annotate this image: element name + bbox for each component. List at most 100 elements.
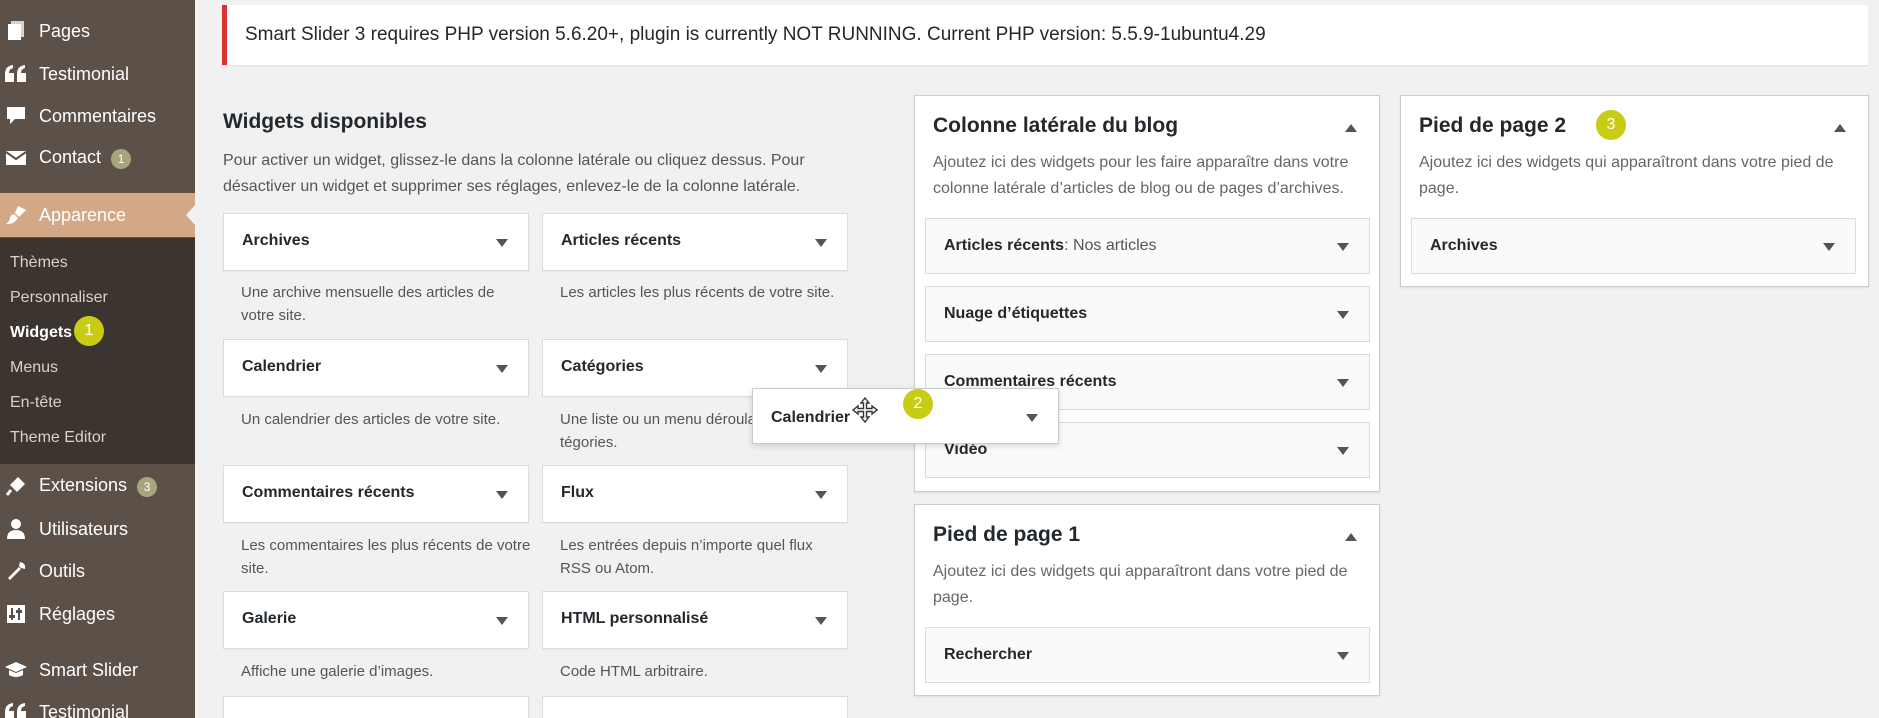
chevron-down-icon[interactable] [1337, 379, 1349, 387]
menu-item-label: Réglages [39, 603, 116, 624]
widget-title: Articles récents [561, 232, 682, 249]
chevron-down-icon[interactable] [1337, 652, 1349, 660]
menu-item-users[interactable]: Utilisateurs [0, 509, 195, 549]
widget-description: Une liste ou un menu déroula tégories. [560, 411, 756, 451]
sidebar-area-title: Pied de page 1 [933, 523, 1081, 546]
sidebar-widget-tag-cloud[interactable]: Nuage d’étiquettes [925, 286, 1370, 342]
widget-title: Calendrier [771, 409, 851, 426]
widget-rss[interactable]: Flux [542, 465, 848, 523]
sidebar-area-description: Ajoutez ici des widgets pour les faire a… [933, 154, 1349, 197]
menu-item-label: Testimonial [39, 701, 130, 718]
menu-item-settings[interactable]: Réglages [0, 594, 195, 634]
widget-title: Flux [561, 484, 594, 501]
menu-item-appearance[interactable]: Apparence [0, 193, 195, 237]
chevron-down-icon[interactable] [1337, 311, 1349, 319]
widget-title: Commentaires récents [242, 484, 415, 501]
admin-sidebar: Pages Testimonial Commentaires Contact 1 … [0, 0, 195, 718]
plugins-icon [4, 474, 28, 498]
appearance-submenu: Thèmes Personnaliser Widgets Menus En-tê… [0, 238, 195, 464]
sidebar-area-title: Pied de page 2 [1419, 114, 1567, 137]
chevron-down-icon[interactable] [1026, 414, 1038, 422]
menu-item-label: Outils [39, 560, 86, 581]
users-icon [4, 517, 28, 541]
quote-icon [4, 700, 28, 718]
quote-icon [4, 62, 28, 86]
menu-item-label: Commentaires [39, 105, 157, 126]
widget-title: Nuage d’étiquettes [944, 305, 1088, 322]
submenu-themes[interactable]: Thèmes [10, 254, 68, 272]
menu-item-label: Utilisateurs [39, 518, 129, 539]
chevron-down-icon[interactable] [496, 491, 508, 499]
sidebar-area-title: Colonne latérale du blog [933, 114, 1179, 137]
submenu-widgets[interactable]: Widgets [10, 324, 72, 342]
widget-title: Archives [1430, 237, 1498, 254]
menu-item-smart-slider[interactable]: Smart Slider [0, 650, 195, 690]
notice-text: Smart Slider 3 requires PHP version 5.6.… [245, 24, 1266, 45]
menu-item-contact[interactable]: Contact 1 [0, 138, 195, 178]
widget-title: Articles récents [944, 237, 1065, 254]
widget-description: Un calendrier des articles de votre site… [241, 411, 501, 428]
widget-description: Code HTML arbitraire. [560, 663, 708, 680]
chevron-up-icon[interactable] [1345, 533, 1357, 541]
widget-description: Les entrées depuis n’importe quel flux R… [560, 537, 813, 577]
sidebar-widget-recent-posts[interactable]: Articles récents: Nos articles [925, 218, 1370, 274]
chevron-down-icon[interactable] [1337, 447, 1349, 455]
step-marker-2: 2 [903, 389, 933, 419]
widget-archives[interactable]: Archives [223, 213, 529, 271]
chevron-down-icon[interactable] [815, 491, 827, 499]
chevron-down-icon[interactable] [815, 239, 827, 247]
submenu-menus[interactable]: Menus [10, 359, 58, 377]
widget-box[interactable] [542, 696, 848, 718]
widget-title: Archives [242, 232, 310, 249]
submenu-customize[interactable]: Personnaliser [10, 289, 108, 307]
menu-item-label: Extensions [39, 475, 128, 495]
menu-item-label: Contact [39, 147, 102, 167]
widget-box[interactable] [223, 696, 529, 718]
submenu-theme-editor[interactable]: Theme Editor [10, 429, 106, 447]
menu-item-extensions[interactable]: Extensions 3 [0, 466, 195, 506]
tools-icon [4, 559, 28, 583]
widget-title: Calendrier [242, 358, 322, 375]
menu-item-comments[interactable]: Commentaires [0, 96, 195, 136]
settings-icon [4, 602, 28, 626]
comments-icon [4, 104, 28, 128]
step-marker-1: 1 [74, 316, 104, 346]
available-widgets-description: Pour activer un widget, glissez-le dans … [223, 152, 805, 195]
widget-description: Les articles les plus récents de votre s… [560, 284, 835, 301]
chevron-down-icon[interactable] [815, 617, 827, 625]
widget-recent-comments[interactable]: Commentaires récents [223, 465, 529, 523]
menu-item-tools[interactable]: Outils [0, 551, 195, 591]
menu-item-label: Testimonial [39, 63, 130, 84]
widget-recent-posts[interactable]: Articles récents [542, 213, 848, 271]
chevron-down-icon[interactable] [1823, 243, 1835, 251]
widget-calendar[interactable]: Calendrier [223, 339, 529, 397]
widget-title: HTML personnalisé [561, 610, 709, 627]
chevron-down-icon[interactable] [1337, 243, 1349, 251]
chevron-down-icon[interactable] [815, 365, 827, 373]
sidebar-widget-search[interactable]: Rechercher [925, 627, 1370, 683]
available-widgets-title: Widgets disponibles [223, 110, 427, 133]
chevron-down-icon[interactable] [496, 365, 508, 373]
menu-item-testimonial-2[interactable]: Testimonial [0, 692, 195, 718]
sidebar-area-description: Ajoutez ici des widgets qui apparaîtront… [933, 563, 1348, 606]
graduation-cap-icon [4, 658, 28, 682]
menu-item-pages[interactable]: Pages [0, 11, 195, 51]
widget-title: Catégories [561, 358, 644, 375]
sidebar-area-description: Ajoutez ici des widgets qui apparaîtront… [1419, 154, 1834, 197]
widget-gallery[interactable]: Galerie [223, 591, 529, 649]
widget-title: Rechercher [944, 646, 1033, 663]
menu-item-label: Apparence [39, 204, 127, 225]
sidebar-area-footer-2: Pied de page 2 Ajoutez ici des widgets q… [1400, 95, 1869, 287]
submenu-header[interactable]: En-tête [10, 394, 62, 412]
menu-item-label: Smart Slider [39, 659, 139, 680]
menu-item-testimonial[interactable]: Testimonial [0, 54, 195, 94]
widget-instance-title: : Nos articles [1064, 237, 1157, 254]
sidebar-widget-archives[interactable]: Archives [1411, 218, 1856, 274]
notification-badge: 3 [137, 477, 158, 497]
widget-custom-html[interactable]: HTML personnalisé [542, 591, 848, 649]
chevron-down-icon[interactable] [496, 239, 508, 247]
chevron-up-icon[interactable] [1834, 124, 1846, 132]
chevron-down-icon[interactable] [496, 617, 508, 625]
widget-description: Affiche une galerie d’images. [241, 663, 434, 680]
chevron-up-icon[interactable] [1345, 124, 1357, 132]
